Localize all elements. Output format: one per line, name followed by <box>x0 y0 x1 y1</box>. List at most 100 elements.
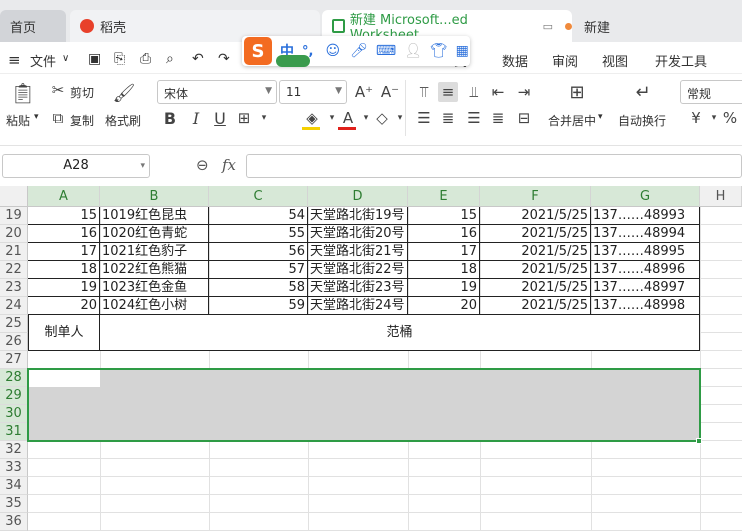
table-cell[interactable]: 18 <box>28 261 100 279</box>
keyboard-icon[interactable]: ⌨ <box>376 43 396 59</box>
menu-file[interactable]: 文件 <box>30 51 56 70</box>
file-chevron-down-icon[interactable]: ∨ <box>62 53 69 64</box>
hamburger-menu-icon[interactable]: ≡ <box>8 51 21 69</box>
table-cell[interactable]: 54 <box>209 207 308 225</box>
row-header[interactable]: 35 <box>0 495 28 513</box>
table-cell[interactable]: 137……48998 <box>591 297 700 315</box>
row-header[interactable]: 22 <box>0 261 28 279</box>
column-header-h[interactable]: H <box>700 186 742 207</box>
font-color-icon[interactable]: A <box>338 108 358 128</box>
table-cell[interactable]: 1019红色昆虫 <box>100 207 209 225</box>
menu-developer-tools[interactable]: 开发工具 <box>655 51 707 70</box>
table-cell[interactable]: 1022红色熊猫 <box>100 261 209 279</box>
preparer-label-cell[interactable]: 制单人 <box>28 315 100 351</box>
table-cell[interactable]: 137……48996 <box>591 261 700 279</box>
select-all-corner[interactable] <box>0 186 28 207</box>
table-cell[interactable]: 天堂路北街21号 <box>308 243 408 261</box>
wrap-text-button[interactable]: 自动换行 <box>618 112 666 129</box>
table-cell[interactable]: 59 <box>209 297 308 315</box>
row-header[interactable]: 27 <box>0 351 28 369</box>
table-cell[interactable]: 16 <box>28 225 100 243</box>
table-cell[interactable]: 20 <box>408 297 480 315</box>
table-cell[interactable]: 15 <box>28 207 100 225</box>
table-cell[interactable]: 2021/5/25 <box>480 279 591 297</box>
name-box[interactable]: A28 ▾ <box>2 154 150 178</box>
format-painter-icon[interactable]: 🖌︎ <box>112 80 136 106</box>
table-cell[interactable]: 天堂路北街19号 <box>308 207 408 225</box>
decrease-font-icon[interactable]: A⁻ <box>380 82 400 102</box>
row-header[interactable]: 29 <box>0 387 28 405</box>
distributed-icon[interactable]: ⊟ <box>514 108 534 128</box>
column-header-d[interactable]: D <box>308 186 408 207</box>
column-header-f[interactable]: F <box>480 186 591 207</box>
table-cell[interactable]: 137……48995 <box>591 243 700 261</box>
table-cell[interactable]: 1023红色金鱼 <box>100 279 209 297</box>
row-header[interactable]: 24 <box>0 297 28 315</box>
skin-shirt-icon[interactable]: 👕︎ <box>430 43 448 59</box>
redo-icon[interactable]: ↷ <box>218 51 230 67</box>
table-cell[interactable]: 18 <box>408 261 480 279</box>
merge-center-button[interactable]: 合并居中 <box>548 112 596 129</box>
table-cell[interactable]: 天堂路北街20号 <box>308 225 408 243</box>
column-header-a[interactable]: A <box>28 186 100 207</box>
increase-indent-icon[interactable]: ⇥ <box>514 82 534 102</box>
table-cell[interactable]: 15 <box>408 207 480 225</box>
table-cell[interactable]: 55 <box>209 225 308 243</box>
align-center-icon[interactable]: ≣ <box>438 108 458 128</box>
monitor-icon[interactable]: ▭ <box>543 20 553 33</box>
zoom-search-icon[interactable]: ⊖ <box>196 156 209 174</box>
column-header-b[interactable]: B <box>100 186 209 207</box>
table-cell[interactable]: 16 <box>408 225 480 243</box>
row-header[interactable]: 25 <box>0 315 28 333</box>
table-cell[interactable]: 2021/5/25 <box>480 243 591 261</box>
table-cell[interactable]: 天堂路北街23号 <box>308 279 408 297</box>
table-cell[interactable]: 1020红色青蛇 <box>100 225 209 243</box>
print-preview-icon[interactable]: ⌕ <box>166 51 174 67</box>
emoji-icon[interactable]: ☺ <box>325 43 340 59</box>
table-cell[interactable]: 58 <box>209 279 308 297</box>
table-cell[interactable]: 天堂路北街24号 <box>308 297 408 315</box>
column-header-e[interactable]: E <box>408 186 480 207</box>
table-cell[interactable]: 20 <box>28 297 100 315</box>
row-header[interactable]: 21 <box>0 243 28 261</box>
table-cell[interactable]: 2021/5/25 <box>480 225 591 243</box>
table-cell[interactable]: 天堂路北街22号 <box>308 261 408 279</box>
row-header[interactable]: 31 <box>0 423 28 441</box>
clear-dropdown-icon[interactable]: ▾ <box>390 108 410 128</box>
table-cell[interactable]: 137……48994 <box>591 225 700 243</box>
italic-button[interactable]: I <box>186 108 206 128</box>
insert-function-button[interactable]: fx <box>222 156 236 174</box>
merge-cells-icon[interactable]: ⊞ <box>564 82 590 103</box>
table-cell[interactable]: 1024红色小树 <box>100 297 209 315</box>
table-cell[interactable]: 137……48997 <box>591 279 700 297</box>
align-left-icon[interactable]: ☰ <box>414 108 434 128</box>
justify-icon[interactable]: ≣ <box>488 108 508 128</box>
align-middle-icon[interactable]: ≡ <box>438 82 458 102</box>
menu-review[interactable]: 审阅 <box>552 51 578 70</box>
row-header[interactable]: 32 <box>0 441 28 459</box>
number-format-select[interactable]: 常规 <box>680 80 742 104</box>
wrap-text-icon[interactable]: ↵ <box>630 82 656 103</box>
tab-home[interactable]: 首页 <box>0 10 66 42</box>
table-cell[interactable]: 19 <box>28 279 100 297</box>
table-cell[interactable]: 2021/5/25 <box>480 207 591 225</box>
decrease-indent-icon[interactable]: ⇤ <box>488 82 508 102</box>
cut-icon[interactable]: ✂ <box>48 80 68 100</box>
format-painter-button[interactable]: 格式刷 <box>105 112 141 129</box>
preparer-name-cell[interactable]: 范桶 <box>100 315 700 351</box>
row-header[interactable]: 23 <box>0 279 28 297</box>
copy-button[interactable]: 复制 <box>70 112 94 129</box>
percent-button[interactable]: % <box>720 108 740 128</box>
row-header[interactable]: 28 <box>0 369 28 387</box>
table-cell[interactable]: 137……48993 <box>591 207 700 225</box>
borders-dropdown-icon[interactable]: ▾ <box>254 108 274 128</box>
font-size-select[interactable]: 11 ▼ <box>279 80 347 104</box>
row-header[interactable]: 30 <box>0 405 28 423</box>
tab-new[interactable]: 新建 <box>574 10 742 42</box>
table-cell[interactable]: 17 <box>408 243 480 261</box>
table-cell[interactable]: 2021/5/25 <box>480 297 591 315</box>
table-cell[interactable]: 56 <box>209 243 308 261</box>
merge-dropdown-icon[interactable]: ▾ <box>598 112 603 122</box>
bold-button[interactable]: B <box>160 108 180 128</box>
export-icon[interactable]: ⎘ <box>114 51 125 67</box>
